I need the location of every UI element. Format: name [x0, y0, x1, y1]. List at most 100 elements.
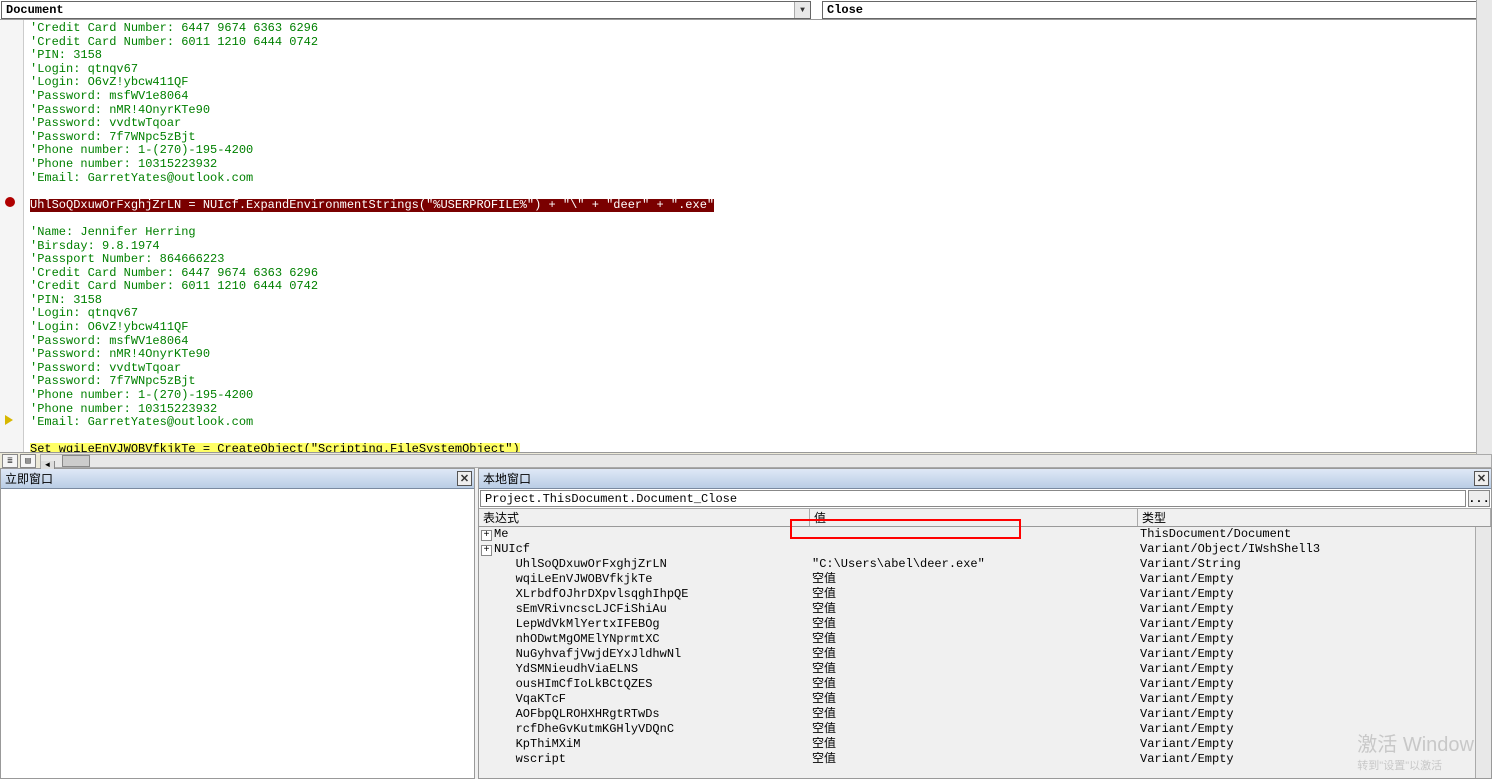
locals-row[interactable]: ousHImCfIoLkBCtQZES空值Variant/Empty — [479, 677, 1491, 692]
locals-cell-type: Variant/Object/IWshShell3 — [1138, 542, 1491, 557]
locals-header-expression[interactable]: 表达式 — [479, 509, 810, 526]
code-line[interactable]: 'Birsday: 9.8.1974 — [30, 240, 1488, 254]
code-line[interactable]: Set wqiLeEnVJWOBVfkjkTe = CreateObject("… — [30, 443, 1488, 452]
code-line[interactable]: 'PIN: 3158 — [30, 294, 1488, 308]
locals-row[interactable]: AOFbpQLROHXHRgtRTwDs空值Variant/Empty — [479, 707, 1491, 722]
locals-vertical-scrollbar[interactable] — [1475, 527, 1491, 778]
full-module-view-button[interactable]: ▤ — [20, 454, 36, 468]
locals-row[interactable]: XLrbdfOJhrDXpvlsqghIhpQE空值Variant/Empty — [479, 587, 1491, 602]
code-line[interactable]: 'Passport Number: 864666223 — [30, 253, 1488, 267]
locals-cell-type: Variant/Empty — [1138, 707, 1491, 722]
locals-context-input[interactable]: Project.ThisDocument.Document_Close — [480, 490, 1466, 507]
locals-row[interactable]: rcfDheGvKutmKGHlyVDQnC空值Variant/Empty — [479, 722, 1491, 737]
object-dropdown-label: Document — [6, 3, 64, 17]
code-line[interactable]: 'Credit Card Number: 6011 1210 6444 0742 — [30, 36, 1488, 50]
locals-header-type[interactable]: 类型 — [1138, 509, 1491, 526]
code-line[interactable]: 'Login: qtnqv67 — [30, 307, 1488, 321]
code-line[interactable] — [30, 212, 1488, 226]
close-icon[interactable]: ✕ — [457, 471, 472, 486]
procedure-dropdown[interactable]: Close ▼ — [822, 1, 1491, 19]
bottom-panels: 立即窗口 ✕ 本地窗口 ✕ Project.ThisDocument.Docum… — [0, 468, 1492, 779]
code-line[interactable]: 'Phone number: 10315223932 — [30, 403, 1488, 417]
code-line[interactable]: 'Credit Card Number: 6447 9674 6363 6296 — [30, 22, 1488, 36]
code-line[interactable]: 'Password: vvdtwTqoar — [30, 362, 1488, 376]
tree-expander-icon[interactable]: + — [481, 545, 492, 556]
close-icon[interactable]: ✕ — [1474, 471, 1489, 486]
code-editor[interactable]: 'Credit Card Number: 6447 9674 6363 6296… — [0, 20, 1492, 452]
locals-cell-value: 空值 — [810, 722, 1138, 737]
locals-cell-expression: wscript — [479, 752, 810, 767]
code-line[interactable]: 'Password: 7f7WNpc5zBjt — [30, 131, 1488, 145]
code-line[interactable]: 'Password: vvdtwTqoar — [30, 117, 1488, 131]
code-line[interactable]: 'Phone number: 1-(270)-195-4200 — [30, 144, 1488, 158]
immediate-window: 立即窗口 ✕ — [0, 468, 475, 779]
code-gutter[interactable] — [0, 20, 24, 452]
locals-cell-value: 空值 — [810, 677, 1138, 692]
locals-row[interactable]: YdSMNieudhViaELNS空值Variant/Empty — [479, 662, 1491, 677]
locals-cell-value: 空值 — [810, 617, 1138, 632]
code-line[interactable]: 'Password: nMR!4OnyrKTe90 — [30, 104, 1488, 118]
locals-row[interactable]: NuGyhvafjVwjdEYxJldhwNl空值Variant/Empty — [479, 647, 1491, 662]
code-line[interactable] — [30, 185, 1488, 199]
locals-header-row: 表达式 值 类型 — [479, 509, 1491, 527]
code-body[interactable]: 'Credit Card Number: 6447 9674 6363 6296… — [24, 20, 1492, 452]
locals-row[interactable]: LepWdVkMlYertxIFEBOg空值Variant/Empty — [479, 617, 1491, 632]
locals-row[interactable]: KpThiMXiM空值Variant/Empty — [479, 737, 1491, 752]
locals-cell-expression: +Me — [479, 527, 810, 542]
code-view-footer: ≣ ▤ ◄ — [0, 452, 1492, 468]
code-line[interactable]: 'Name: Jennifer Herring — [30, 226, 1488, 240]
locals-row[interactable]: nhODwtMgOMElYNprmtXC空值Variant/Empty — [479, 632, 1491, 647]
breakpoint-icon[interactable] — [5, 197, 15, 207]
code-line[interactable]: 'Login: O6vZ!ybcw411QF — [30, 76, 1488, 90]
locals-context-more-button[interactable]: ... — [1468, 490, 1490, 507]
code-line[interactable]: 'PIN: 3158 — [30, 49, 1488, 63]
code-line[interactable]: 'Credit Card Number: 6011 1210 6444 0742 — [30, 280, 1488, 294]
tree-expander-icon[interactable]: + — [481, 530, 492, 541]
locals-row[interactable]: sEmVRivncscLJCFiShiAu空值Variant/Empty — [479, 602, 1491, 617]
code-line[interactable]: 'Email: GarretYates@outlook.com — [30, 416, 1488, 430]
locals-cell-value: 空值 — [810, 752, 1138, 767]
code-line[interactable]: 'Phone number: 1-(270)-195-4200 — [30, 389, 1488, 403]
locals-row[interactable]: wqiLeEnVJWOBVfkjkTe空值Variant/Empty — [479, 572, 1491, 587]
code-line[interactable]: 'Password: msfWV1e8064 — [30, 90, 1488, 104]
locals-cell-value: 空值 — [810, 587, 1138, 602]
code-vertical-scrollbar[interactable] — [1476, 20, 1492, 452]
locals-cell-expression: KpThiMXiM — [479, 737, 810, 752]
locals-cell-type: Variant/Empty — [1138, 572, 1491, 587]
locals-body[interactable]: +Me ThisDocument/Document+NUIcfVariant/Ob… — [479, 527, 1491, 773]
code-horizontal-scrollbar[interactable]: ◄ — [40, 454, 1492, 468]
locals-cell-value — [810, 542, 1138, 557]
locals-row[interactable]: wscript空值Variant/Empty — [479, 752, 1491, 767]
immediate-window-title[interactable]: 立即窗口 ✕ — [1, 469, 474, 489]
procedure-view-button[interactable]: ≣ — [2, 454, 18, 468]
code-line[interactable]: 'Password: 7f7WNpc5zBjt — [30, 375, 1488, 389]
object-dropdown[interactable]: Document ▼ — [1, 1, 811, 19]
scroll-thumb[interactable] — [62, 455, 90, 467]
code-line[interactable]: 'Email: GarretYates@outlook.com — [30, 172, 1488, 186]
locals-cell-type: Variant/Empty — [1138, 737, 1491, 752]
code-line[interactable]: 'Password: msfWV1e8064 — [30, 335, 1488, 349]
object-proc-bar: Document ▼ Close ▼ — [0, 0, 1492, 20]
code-line[interactable]: 'Password: nMR!4OnyrKTe90 — [30, 348, 1488, 362]
locals-cell-type: Variant/Empty — [1138, 692, 1491, 707]
locals-row[interactable]: VqaKTcF空值Variant/Empty — [479, 692, 1491, 707]
code-line[interactable]: UhlSoQDxuwOrFxghjZrLN = NUIcf.ExpandEnvi… — [30, 199, 1488, 213]
code-line[interactable]: 'Credit Card Number: 6447 9674 6363 6296 — [30, 267, 1488, 281]
locals-header-value[interactable]: 值 — [810, 509, 1138, 526]
locals-row[interactable]: +NUIcfVariant/Object/IWshShell3 — [479, 542, 1491, 557]
code-line[interactable]: 'Login: qtnqv67 — [30, 63, 1488, 77]
locals-cell-value: 空值 — [810, 662, 1138, 677]
immediate-window-body[interactable] — [1, 489, 474, 778]
locals-cell-type: Variant/Empty — [1138, 647, 1491, 662]
code-line[interactable]: 'Phone number: 10315223932 — [30, 158, 1488, 172]
locals-cell-expression: NuGyhvafjVwjdEYxJldhwNl — [479, 647, 810, 662]
code-line[interactable] — [30, 430, 1488, 444]
locals-window-title[interactable]: 本地窗口 ✕ — [479, 469, 1491, 489]
locals-row[interactable]: +Me ThisDocument/Document — [479, 527, 1491, 542]
chevron-down-icon[interactable]: ▼ — [794, 2, 810, 18]
code-line[interactable]: 'Login: O6vZ!ybcw411QF — [30, 321, 1488, 335]
locals-cell-expression: wqiLeEnVJWOBVfkjkTe — [479, 572, 810, 587]
locals-context-bar: Project.ThisDocument.Document_Close ... — [479, 489, 1491, 509]
locals-row[interactable]: UhlSoQDxuwOrFxghjZrLN"C:\Users\abel\deer… — [479, 557, 1491, 572]
locals-cell-type: ThisDocument/Document — [1138, 527, 1491, 542]
